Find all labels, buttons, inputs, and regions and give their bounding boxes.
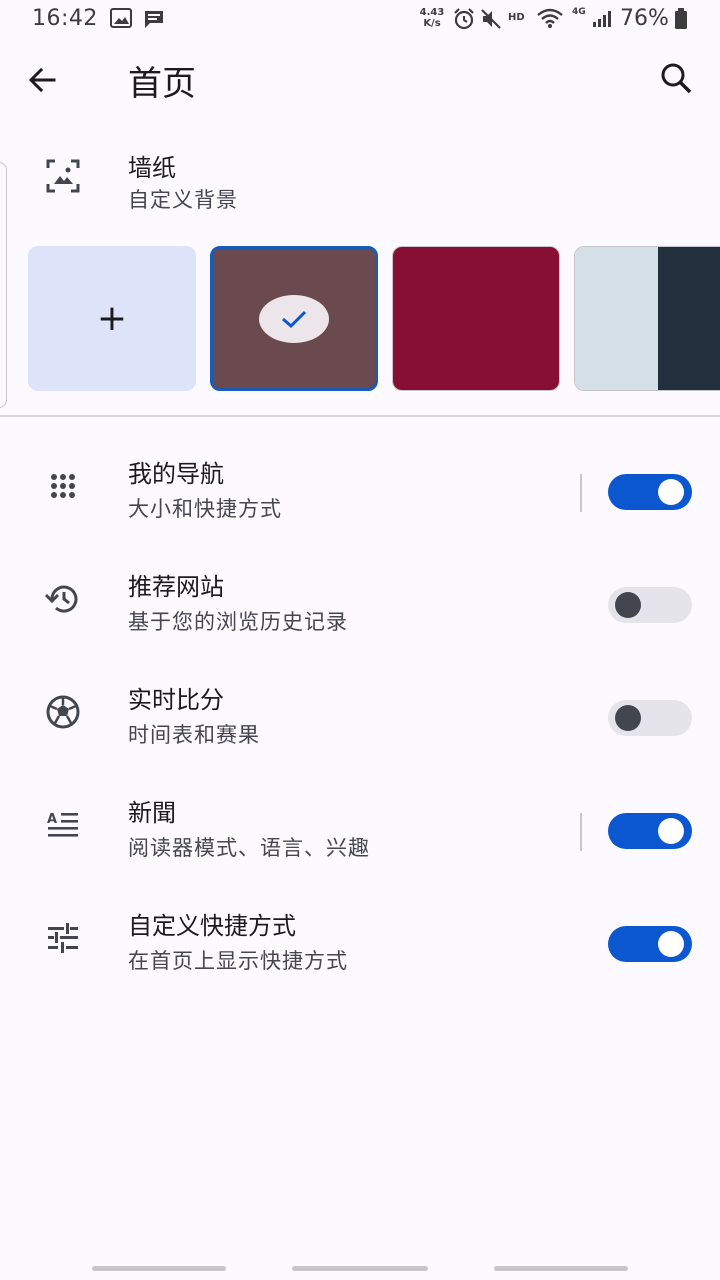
net-speed: 4.43 K/s xyxy=(418,7,446,29)
setting-subtitle: 时间表和赛果 xyxy=(128,723,260,747)
message-icon xyxy=(145,11,163,28)
my-navigation-toggle[interactable] xyxy=(608,474,692,510)
nav-handle-center[interactable] xyxy=(292,1266,428,1271)
setting-subtitle: 阅读器模式、语言、兴趣 xyxy=(128,836,370,860)
nav-handle-left xyxy=(92,1266,226,1271)
news-toggle[interactable] xyxy=(608,813,692,849)
image-icon xyxy=(110,8,132,28)
setting-title: 实时比分 xyxy=(128,686,224,714)
top-app-bar: 首页 xyxy=(0,40,720,120)
wallpaper-subtitle: 自定义背景 xyxy=(128,188,238,212)
vertical-separator xyxy=(580,474,582,512)
wallpaper-icon xyxy=(43,156,83,196)
setting-live-scores[interactable]: 实时比分 时间表和赛果 xyxy=(0,666,720,776)
status-time: 16:42 xyxy=(32,6,98,31)
setting-subtitle: 基于您的浏览历史记录 xyxy=(128,610,348,634)
alarm-icon xyxy=(454,8,474,30)
wallpaper-swatch-brown[interactable] xyxy=(210,246,378,391)
search-button[interactable] xyxy=(656,58,696,98)
setting-subtitle: 在首页上显示快捷方式 xyxy=(128,949,348,973)
toggle-knob xyxy=(658,479,684,505)
grid-dots-icon xyxy=(43,466,83,506)
swatch-dark-half xyxy=(658,247,720,390)
section-divider xyxy=(0,415,720,417)
toggle-knob xyxy=(615,592,641,618)
toggle-knob xyxy=(615,705,641,731)
arrow-back-icon xyxy=(28,67,56,93)
net-speed-unit: K/s xyxy=(423,18,441,29)
toggle-knob xyxy=(658,931,684,957)
page-title: 首页 xyxy=(128,64,196,104)
nav-handle-right xyxy=(494,1266,628,1271)
live-scores-toggle[interactable] xyxy=(608,700,692,736)
signal-icon xyxy=(593,11,611,27)
tune-icon xyxy=(43,918,83,958)
network-type: 4G xyxy=(572,7,586,17)
vertical-separator xyxy=(580,813,582,851)
wallpaper-row[interactable]: 墙纸 自定义背景 xyxy=(0,140,720,220)
setting-subtitle: 大小和快捷方式 xyxy=(128,497,282,521)
selected-indicator xyxy=(259,294,329,343)
custom-shortcuts-toggle[interactable] xyxy=(608,926,692,962)
setting-title: 推荐网站 xyxy=(128,573,224,601)
hd-indicator: HD xyxy=(508,12,525,23)
setting-title: 我的导航 xyxy=(128,460,224,488)
setting-recommended-sites[interactable]: 推荐网站 基于您的浏览历史记录 xyxy=(0,553,720,663)
setting-custom-shortcuts[interactable]: 自定义快捷方式 在首页上显示快捷方式 xyxy=(0,892,720,1002)
wallpaper-swatch-red[interactable] xyxy=(392,246,560,391)
history-icon xyxy=(43,579,83,619)
setting-my-navigation[interactable]: 我的导航 大小和快捷方式 xyxy=(0,440,720,550)
battery-icon xyxy=(675,8,687,29)
mute-icon xyxy=(481,9,501,29)
svg-text:A: A xyxy=(47,812,57,827)
wifi-icon xyxy=(537,8,563,28)
toggle-knob xyxy=(658,818,684,844)
swatch-light-half xyxy=(575,247,658,390)
battery-percent: 76% xyxy=(620,6,669,31)
setting-news[interactable]: A 新聞 阅读器模式、语言、兴趣 xyxy=(0,779,720,889)
wallpaper-title: 墙纸 xyxy=(128,154,176,182)
back-button[interactable] xyxy=(22,60,62,100)
soccer-ball-icon xyxy=(43,692,83,732)
plus-icon: + xyxy=(96,297,128,339)
article-icon: A xyxy=(43,805,83,845)
wallpaper-swatch-split[interactable] xyxy=(574,246,720,391)
search-icon xyxy=(661,63,692,94)
add-wallpaper-button[interactable]: + xyxy=(28,246,196,391)
recommended-sites-toggle[interactable] xyxy=(608,587,692,623)
setting-title: 新聞 xyxy=(128,799,176,827)
checkmark-icon xyxy=(282,310,307,328)
net-speed-value: 4.43 xyxy=(419,7,445,18)
setting-title: 自定义快捷方式 xyxy=(128,912,296,940)
status-bar: 16:42 4.43 K/s HD 4G 76% xyxy=(0,0,720,40)
